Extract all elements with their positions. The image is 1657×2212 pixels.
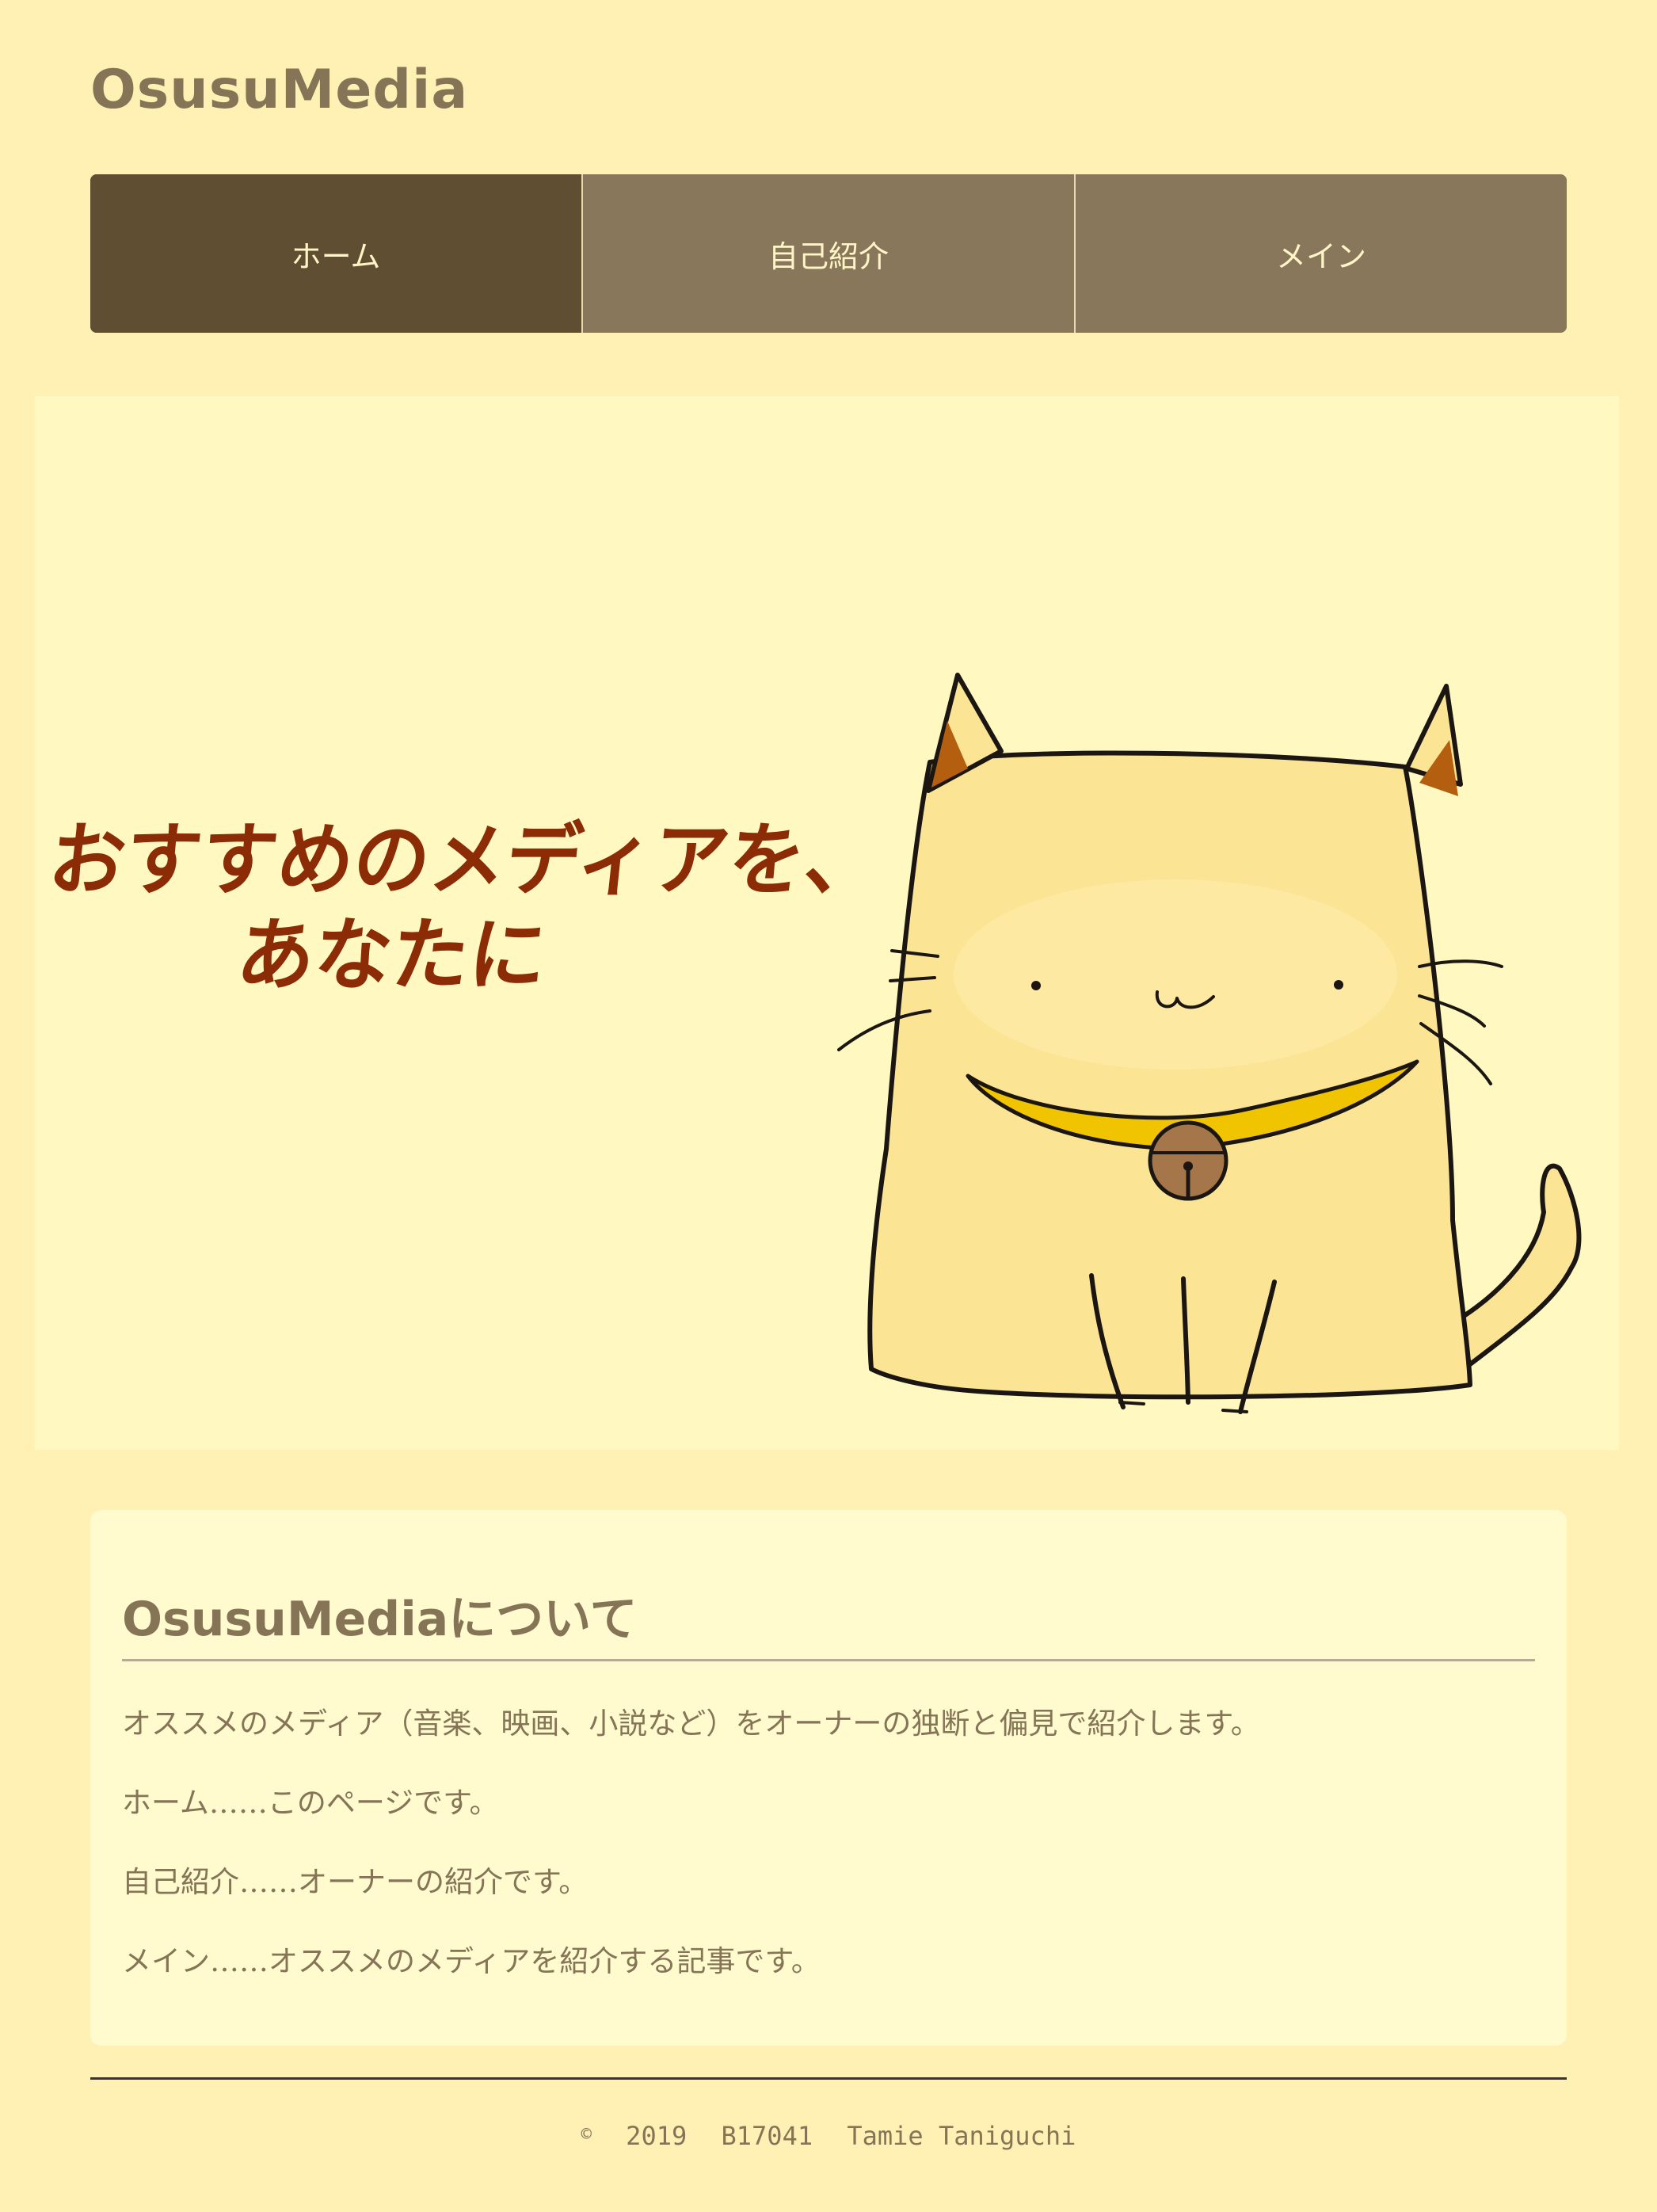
footer: © 2019 B17041 Tamie Taniguchi [0,2115,1657,2156]
about-section: OsusuMediaについて オススメのメディア（音楽、映画、小説など）をオーナ… [90,1510,1567,2046]
copyright-symbol: © [581,2125,592,2145]
footer-year: 2019 [626,2121,688,2151]
about-main-note: メイン……オススメのメディアを紹介する記事です。 [122,1944,821,1978]
site-title[interactable]: OsusuMedia [90,51,468,130]
cat-illustration [837,673,1582,1414]
hero-banner: おすすめのメディアを、 あなたに [35,396,1619,1450]
nav-item-profile[interactable]: 自己紹介 [581,174,1074,333]
hero-illustration: おすすめのメディアを、 あなたに [44,673,1582,1414]
hero-headline-line1: おすすめのメディアを、 [44,814,886,906]
about-home-note: ホーム……このページです。 [122,1786,499,1820]
hero-headline-line2: あなたに [233,909,551,1001]
about-description: オススメのメディア（音楽、映画、小説など）をオーナーの独断と偏見で紹介します。 [122,1707,1260,1741]
footer-student-id: B17041 [721,2121,813,2151]
about-title: OsusuMediaについて [122,1586,1535,1661]
nav-item-main[interactable]: メイン [1074,174,1567,333]
footer-author: Tamie Taniguchi [847,2121,1076,2151]
main-nav: ホーム 自己紹介 メイン [90,174,1567,333]
about-profile-note: 自己紹介……オーナーの紹介です。 [122,1865,589,1899]
footer-divider [90,2077,1567,2080]
nav-item-home[interactable]: ホーム [90,174,581,333]
